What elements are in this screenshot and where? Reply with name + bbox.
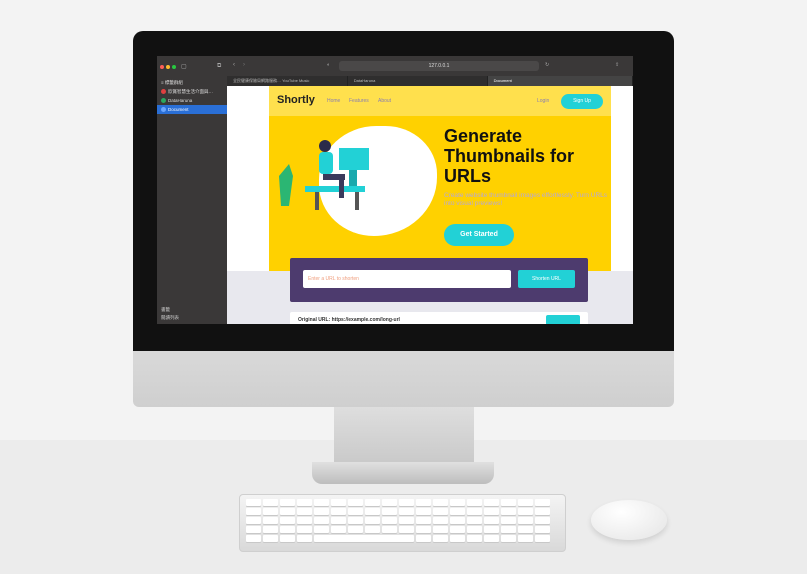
address-bar[interactable]: 127.0.0.1 [339, 61, 539, 71]
sidebar-header-label: ≡ 標籤群組 [161, 80, 183, 85]
forward-icon[interactable]: › [243, 62, 245, 68]
share-icon[interactable]: ⇪ [615, 62, 619, 68]
result-card-text: Original URL: https://example.com/long-u… [298, 317, 400, 323]
keyboard-row [246, 508, 550, 515]
close-window-button[interactable] [160, 65, 164, 69]
shortly-site: Shortly Home Features About Login Sign U… [269, 86, 611, 271]
site-logo[interactable]: Shortly [277, 94, 315, 106]
tab-2[interactable]: DataHaruna [348, 76, 488, 86]
reading-list-link[interactable]: 閱讀列表 [161, 314, 179, 322]
sidebar-toggle-icon[interactable]: ▢ [181, 63, 187, 70]
sidebar-item-2[interactable]: DataHaruna [157, 96, 227, 105]
sidebar-item-1[interactable]: 欣賞智慧生活介面與… [157, 87, 227, 96]
sign-up-button[interactable]: Sign Up [561, 94, 603, 109]
site-nav: Shortly Home Features About Login Sign U… [269, 86, 611, 116]
zoom-window-button[interactable] [172, 65, 176, 69]
sidebar-tab-list: ≡ 標籤群組 欣賞智慧生活介面與… DataHaruna Document [157, 78, 227, 114]
minimize-window-button[interactable] [166, 65, 170, 69]
window-controls [160, 65, 176, 69]
keyboard-row [246, 535, 550, 542]
login-link[interactable]: Login [537, 98, 549, 104]
tab-3[interactable]: Document [487, 76, 633, 86]
sidebar-item-3[interactable]: Document [157, 105, 227, 114]
keyboard-row [246, 517, 550, 524]
browser-tab-bar: 全民健康保險局網路服務… YouTube Music DataHaruna Do… [227, 76, 633, 86]
result-card: Original URL: https://example.com/long-u… [290, 312, 588, 324]
tab-1[interactable]: 全民健康保險局網路服務… YouTube Music [227, 76, 348, 86]
sidebar-item-label: DataHaruna [168, 98, 193, 103]
monitor-stand-neck [334, 407, 474, 465]
back-icon[interactable]: ‹ [233, 62, 235, 68]
hero-subtitle: Create website thumbnail images effortle… [444, 192, 608, 207]
url-input[interactable]: Enter a URL to shorten [303, 270, 511, 288]
get-started-button[interactable]: Get Started [444, 224, 514, 246]
nav-features-link[interactable]: Features [349, 98, 369, 104]
browser-sidebar: ▢ ⧉ ≡ 標籤群組 欣賞智慧生活介面與… DataHaruna Documen… [157, 56, 227, 324]
web-page: Shortly Home Features About Login Sign U… [227, 86, 633, 324]
nav-about-link[interactable]: About [378, 98, 391, 104]
keyboard [239, 494, 566, 552]
tab-overview-icon[interactable]: ⧉ [217, 63, 221, 70]
shorten-form: Enter a URL to shorten Shorten URL [290, 258, 588, 302]
favicon-icon [161, 89, 166, 94]
keyboard-row [246, 499, 550, 506]
mouse [591, 500, 667, 540]
favicon-icon [161, 107, 166, 112]
browser-toolbar: ‹ › ◐ 127.0.0.1 ↻ ⇪ [227, 56, 633, 76]
privacy-icon[interactable]: ◐ [327, 62, 330, 68]
nav-home-link[interactable]: Home [327, 98, 340, 104]
monitor-screen: ▢ ⧉ ≡ 標籤群組 欣賞智慧生活介面與… DataHaruna Documen… [157, 56, 633, 324]
sidebar-tab-group-header[interactable]: ≡ 標籤群組 [157, 78, 227, 87]
sidebar-item-label: Document [168, 107, 189, 112]
sidebar-bottom-links: 書籤 閱讀列表 [161, 306, 179, 322]
copy-button[interactable] [546, 315, 580, 324]
reload-icon[interactable]: ↻ [545, 62, 549, 68]
sidebar-item-label: 欣賞智慧生活介面與… [168, 89, 213, 94]
hero-illustration [279, 140, 369, 210]
monitor-stand-foot [312, 462, 494, 484]
keyboard-row [246, 526, 550, 533]
hero-title: Generate Thumbnails for URLs [444, 126, 574, 186]
favicon-icon [161, 98, 166, 103]
monitor-chin [133, 351, 674, 407]
bookmarks-link[interactable]: 書籤 [161, 306, 179, 314]
shorten-url-button[interactable]: Shorten URL [518, 270, 575, 288]
